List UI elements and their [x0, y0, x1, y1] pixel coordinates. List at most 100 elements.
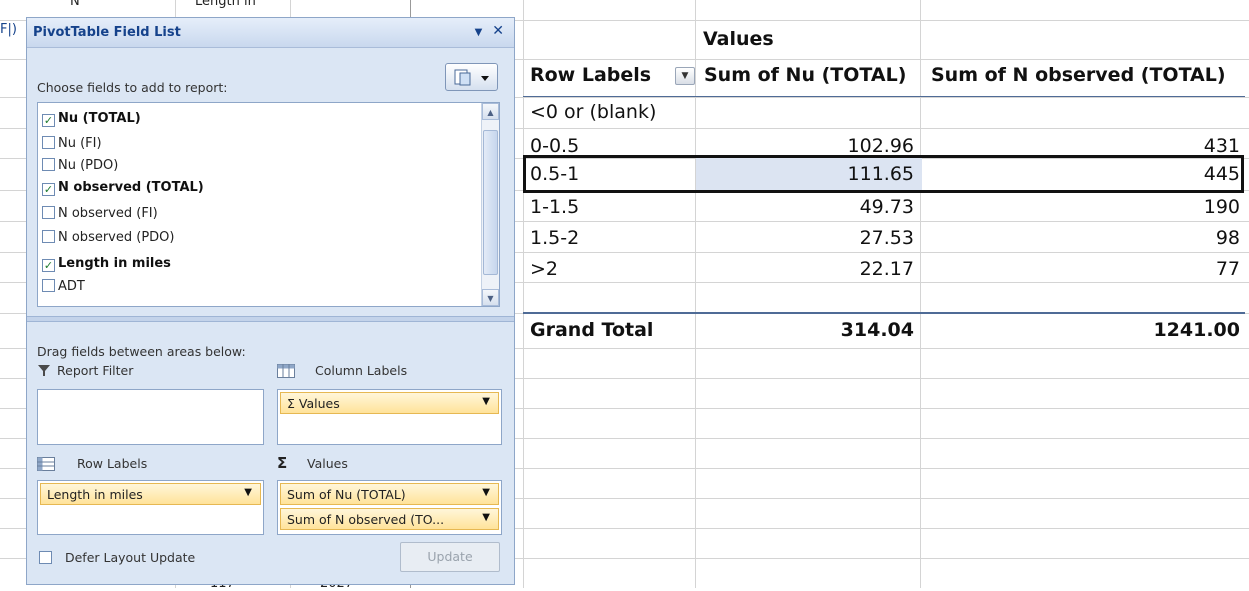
- row-label[interactable]: 0.5-1: [530, 163, 579, 185]
- scroll-down-icon[interactable]: ▼: [482, 289, 499, 306]
- layout-options-button[interactable]: [445, 63, 498, 91]
- nu-value[interactable]: 111.65: [700, 163, 914, 185]
- field-label: N observed (FI): [58, 206, 158, 221]
- column-labels-label: Column Labels: [315, 363, 408, 378]
- column-field-pill[interactable]: Σ Values ▼: [280, 392, 499, 414]
- field-item-nu-pdo[interactable]: Nu (PDO): [42, 158, 118, 173]
- checkbox-checked[interactable]: ✓: [42, 114, 55, 127]
- nu-value[interactable]: 49.73: [700, 196, 914, 218]
- n-value[interactable]: 431: [925, 135, 1240, 157]
- field-label: N observed (TOTAL): [58, 180, 204, 195]
- n-value[interactable]: 190: [925, 196, 1240, 218]
- close-icon[interactable]: ✕: [492, 23, 504, 39]
- field-label: Nu (PDO): [58, 158, 119, 173]
- field-label: N observed (PDO): [58, 230, 175, 245]
- field-label: Nu (TOTAL): [58, 111, 141, 126]
- checkbox[interactable]: [42, 279, 55, 292]
- panel-title-controls: ▼ ✕: [475, 23, 504, 39]
- chevron-down-icon: ▼: [681, 71, 689, 81]
- field-label: Nu (FI): [58, 136, 102, 151]
- row-labels-label: Row Labels: [77, 456, 148, 471]
- checkbox[interactable]: [42, 136, 55, 149]
- values-field-pill[interactable]: Sum of Nu (TOTAL) ▼: [280, 483, 499, 505]
- update-button[interactable]: Update: [400, 542, 500, 572]
- grid-column-line: [523, 0, 524, 588]
- cell-text: F|): [0, 22, 17, 37]
- panel-splitter[interactable]: [27, 316, 514, 322]
- layout-options-icon: [454, 69, 489, 86]
- scrollbar-thumb[interactable]: [483, 130, 498, 275]
- grand-total-rule: [523, 312, 1245, 314]
- chevron-down-icon[interactable]: ▼: [482, 512, 490, 523]
- cell-text: Length in: [195, 0, 256, 9]
- chevron-down-icon[interactable]: ▼: [482, 396, 490, 407]
- pivottable-field-list-panel[interactable]: PivotTable Field List ▼ ✕ Choose fields t…: [26, 17, 515, 585]
- pill-label: Sum of N observed (TO...: [287, 512, 445, 527]
- sum-nu-header[interactable]: Sum of Nu (TOTAL): [704, 64, 906, 86]
- field-item-n-observed-fi[interactable]: N observed (FI): [42, 206, 158, 221]
- cell-text: N: [70, 0, 80, 9]
- field-label: Length in miles: [58, 256, 171, 271]
- grand-total-label[interactable]: Grand Total: [530, 319, 653, 341]
- panel-title-bar[interactable]: PivotTable Field List ▼ ✕: [27, 18, 514, 48]
- field-list-box[interactable]: ✓ Nu (TOTAL) Nu (FI) Nu (PDO) ✓ N observed…: [37, 102, 500, 307]
- grand-total-n[interactable]: 1241.00: [925, 319, 1240, 341]
- scroll-up-icon[interactable]: ▲: [482, 103, 499, 120]
- checkbox[interactable]: [42, 230, 55, 243]
- checkbox-checked[interactable]: ✓: [42, 259, 55, 272]
- row-label[interactable]: 0-0.5: [530, 135, 579, 157]
- nu-value[interactable]: 27.53: [700, 227, 914, 249]
- field-item-n-observed-total[interactable]: ✓ N observed (TOTAL): [42, 180, 204, 196]
- row-field-pill[interactable]: Length in miles ▼: [40, 483, 261, 505]
- sum-n-observed-header[interactable]: Sum of N observed (TOTAL): [931, 64, 1226, 86]
- row-label[interactable]: <0 or (blank): [530, 101, 656, 123]
- panel-title: PivotTable Field List: [33, 25, 181, 40]
- pill-label: Σ Values: [287, 396, 340, 411]
- report-filter-label: Report Filter: [57, 363, 134, 378]
- pill-label: Sum of Nu (TOTAL): [287, 487, 406, 502]
- n-value[interactable]: 445: [925, 163, 1240, 185]
- field-item-n-observed-pdo[interactable]: N observed (PDO): [42, 230, 174, 245]
- n-value[interactable]: 98: [925, 227, 1240, 249]
- row-label[interactable]: 1.5-2: [530, 227, 579, 249]
- sigma-icon: Σ: [277, 454, 288, 472]
- values-field-pill[interactable]: Sum of N observed (TO... ▼: [280, 508, 499, 530]
- checkbox-checked[interactable]: ✓: [42, 183, 55, 196]
- field-label: ADT: [58, 279, 85, 294]
- choose-fields-label: Choose fields to add to report:: [37, 80, 228, 95]
- field-item-adt[interactable]: ADT: [42, 279, 85, 294]
- row-labels-filter-button[interactable]: ▼: [675, 67, 695, 85]
- field-list-scrollbar[interactable]: ▲ ▼: [481, 103, 499, 306]
- grid-column-line: [695, 0, 696, 588]
- values-area[interactable]: Sum of Nu (TOTAL) ▼ Sum of N observed (T…: [277, 480, 502, 535]
- checkbox[interactable]: [42, 158, 55, 171]
- defer-layout-update[interactable]: Defer Layout Update: [39, 550, 195, 565]
- drag-fields-label: Drag fields between areas below:: [37, 344, 246, 359]
- defer-layout-label: Defer Layout Update: [64, 550, 196, 565]
- field-item-nu-total[interactable]: ✓ Nu (TOTAL): [42, 111, 141, 127]
- chevron-down-icon[interactable]: ▼: [475, 27, 483, 38]
- nu-value[interactable]: 102.96: [700, 135, 914, 157]
- pill-label: Length in miles: [47, 487, 143, 502]
- nu-value[interactable]: 22.17: [700, 258, 914, 280]
- grand-total-nu[interactable]: 314.04: [700, 319, 914, 341]
- header-rule: [523, 96, 1245, 97]
- row-labels-icon: [37, 456, 55, 475]
- n-value[interactable]: 77: [925, 258, 1240, 280]
- grid-column-line: [920, 0, 921, 588]
- row-labels-area[interactable]: Length in miles ▼: [37, 480, 264, 535]
- chevron-down-icon[interactable]: ▼: [244, 487, 252, 498]
- report-filter-area[interactable]: [37, 389, 264, 445]
- field-item-length-in-miles[interactable]: ✓ Length in miles: [42, 256, 171, 272]
- row-label[interactable]: 1-1.5: [530, 196, 579, 218]
- values-area-label: Values: [307, 456, 348, 471]
- field-item-nu-fi[interactable]: Nu (FI): [42, 136, 102, 151]
- checkbox[interactable]: [39, 551, 52, 564]
- column-labels-area[interactable]: Σ Values ▼: [277, 389, 502, 445]
- row-labels-header[interactable]: Row Labels: [530, 64, 651, 86]
- column-labels-icon: [277, 363, 295, 382]
- checkbox[interactable]: [42, 206, 55, 219]
- row-label[interactable]: >2: [530, 258, 558, 280]
- filter-icon: [37, 363, 51, 381]
- chevron-down-icon[interactable]: ▼: [482, 487, 490, 498]
